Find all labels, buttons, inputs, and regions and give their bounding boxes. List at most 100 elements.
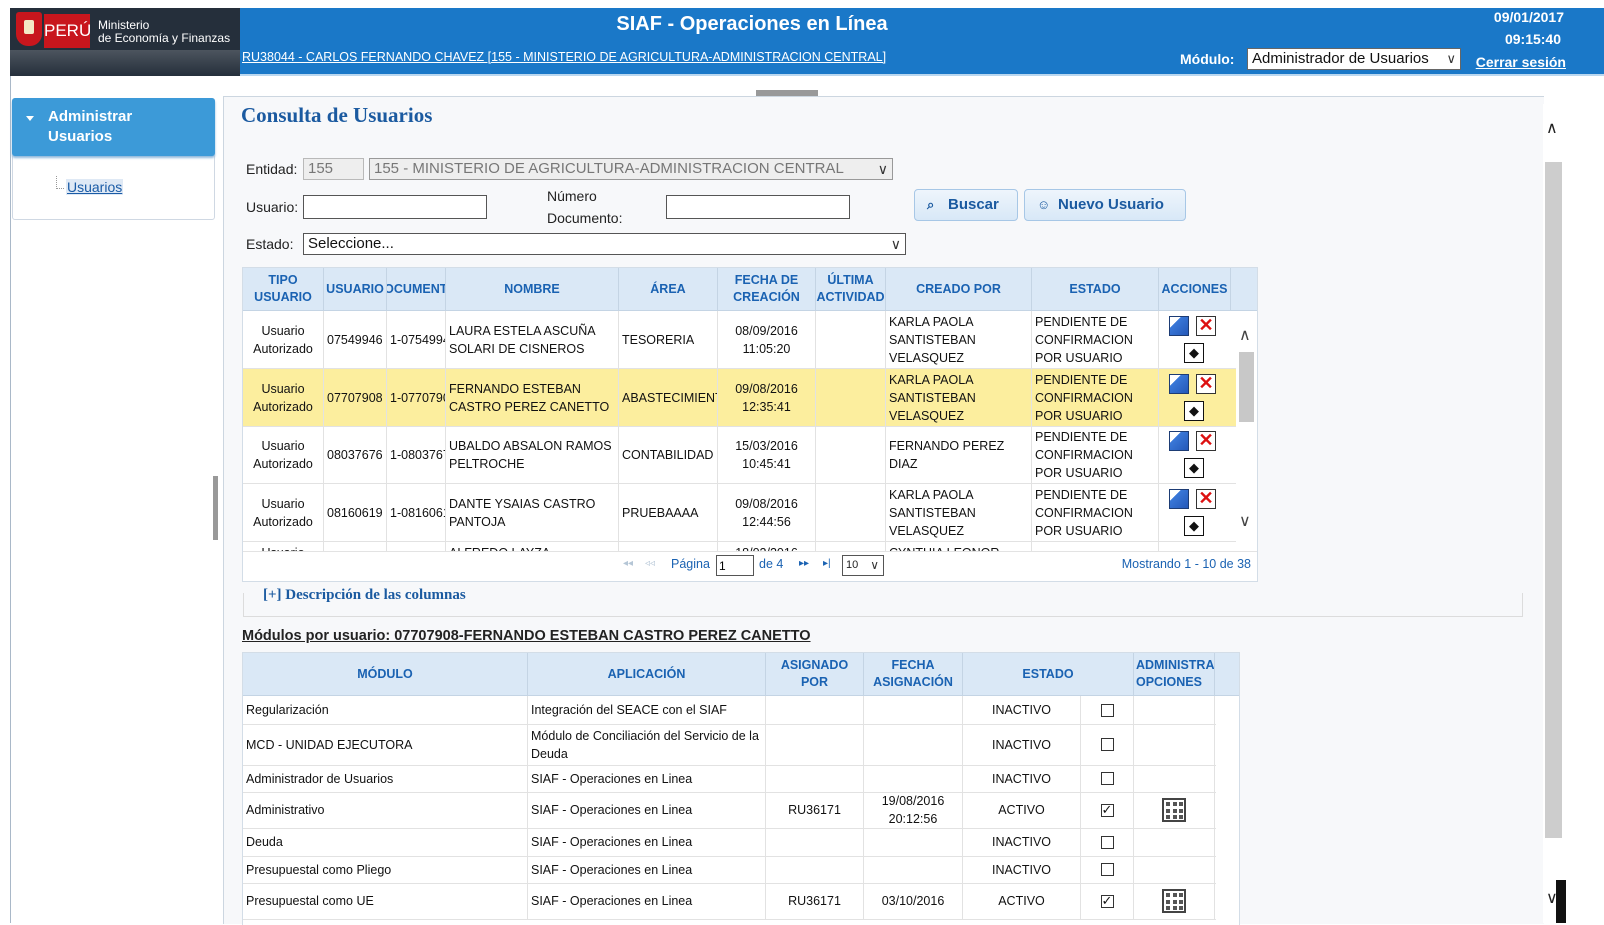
- module-active-checkbox[interactable]: ✓: [1100, 894, 1114, 908]
- delete-icon[interactable]: ✕: [1196, 316, 1216, 336]
- cell-checkbox: [1081, 856, 1134, 883]
- edit-icon[interactable]: [1169, 316, 1189, 336]
- cell-nombre: LAURA ESTELA ASCUÑA SOLARI DE CISNEROS: [446, 311, 619, 368]
- modules-col-header[interactable]: ASIGNADO POR: [766, 653, 864, 695]
- prev-page-icon[interactable]: ◃◃: [645, 558, 655, 569]
- scroll-up-icon[interactable]: ∧: [1239, 325, 1251, 345]
- reset-password-icon[interactable]: ◆: [1184, 343, 1204, 363]
- header-bar: PERÚ Ministerio de Economía y Finanzas S…: [10, 8, 1604, 76]
- table-row[interactable]: Presupuestal como Pliego SIAF - Operacion…: [243, 856, 1216, 884]
- page-number-input[interactable]: [716, 555, 754, 576]
- delete-icon[interactable]: ✕: [1196, 374, 1216, 394]
- users-scroll-thumb[interactable]: [1239, 352, 1254, 422]
- modules-col-header[interactable]: ESTADO: [963, 653, 1134, 695]
- users-col-header[interactable]: ACCIONES: [1159, 268, 1231, 310]
- cell-ultima: [816, 311, 886, 368]
- delete-icon[interactable]: ✕: [1196, 489, 1216, 509]
- modules-col-header[interactable]: ADMINISTRAR OPCIONES: [1134, 653, 1215, 695]
- grid-options-icon[interactable]: [1162, 798, 1186, 822]
- users-col-header[interactable]: NOMBRE: [446, 268, 619, 310]
- modules-table: MÓDULO APLICACIÓN ASIGNADO POR FECHA ASIGNA…: [242, 652, 1240, 925]
- table-row[interactable]: MCD - UNIDAD EJECUTORA Módulo de Concilia…: [243, 724, 1216, 766]
- sidebar-item-usuarios[interactable]: Usuarios: [66, 179, 124, 195]
- edit-icon[interactable]: [1169, 489, 1189, 509]
- module-active-checkbox[interactable]: [1100, 772, 1114, 785]
- modules-col-header[interactable]: APLICACIÓN: [528, 653, 766, 695]
- grid-options-icon[interactable]: [1162, 889, 1186, 913]
- delete-icon[interactable]: ✕: [1196, 431, 1216, 451]
- numero-label: Número: [547, 188, 597, 204]
- cell-asignado: [766, 765, 864, 792]
- table-row[interactable]: Usuario Autorizado080376761-08037676UBAL…: [243, 426, 1236, 484]
- table-row[interactable]: Usuario Autorizado077079081-07707908FERN…: [243, 369, 1236, 427]
- users-pager: ◂◂ ◃◃ Página de 4 ▸▸ ▸| 10 ∨ Mostrando 1…: [243, 551, 1257, 580]
- logout-link[interactable]: Cerrar sesión: [1476, 54, 1566, 70]
- table-row[interactable]: Administrador de Usuarios SIAF - Operacio…: [243, 765, 1216, 793]
- cell-ultima: [816, 426, 886, 483]
- columns-description-toggle[interactable]: [+] Descripción de las columnas: [259, 587, 470, 604]
- left-splitter-handle[interactable]: [213, 476, 218, 540]
- page-scroll-thumb[interactable]: [1545, 162, 1562, 838]
- collapse-arrow-icon: [26, 116, 34, 121]
- edit-icon[interactable]: [1169, 431, 1189, 451]
- users-table-scrollbar[interactable]: ∧ ∨: [1236, 311, 1257, 550]
- page-scroll-up-icon[interactable]: ∧: [1546, 118, 1558, 138]
- usuario-label: Usuario:: [246, 199, 299, 215]
- nuevo-usuario-button-label: Nuevo Usuario: [1058, 196, 1164, 213]
- cell-checkbox: [1081, 724, 1134, 765]
- table-row[interactable]: Deuda SIAF - Operaciones en Linea INACTIVO: [243, 828, 1216, 857]
- usuario-input[interactable]: [303, 195, 487, 219]
- module-active-checkbox[interactable]: [1100, 703, 1114, 717]
- module-active-checkbox[interactable]: [1100, 738, 1114, 751]
- users-col-header[interactable]: ESTADO: [1032, 268, 1159, 310]
- reset-password-icon[interactable]: ◆: [1184, 401, 1204, 421]
- cell-documento: 1-07707908: [387, 369, 446, 426]
- cell-modulo: Administrativo: [243, 792, 528, 828]
- header-time: 09:15:40: [1504, 31, 1561, 47]
- last-page-icon[interactable]: ▸|: [823, 558, 831, 569]
- table-row[interactable]: Regularización Integración del SEACE con …: [243, 696, 1216, 725]
- pager-of-label: de 4: [759, 557, 784, 571]
- reset-password-icon[interactable]: ◆: [1184, 516, 1204, 536]
- cell-modulo: Presupuestal como UE: [243, 883, 528, 919]
- modules-col-header[interactable]: MÓDULO: [243, 653, 528, 695]
- current-user-link[interactable]: RU38044 - CARLOS FERNANDO CHAVEZ [155 - …: [242, 50, 886, 64]
- documento-input[interactable]: [666, 195, 850, 219]
- module-active-checkbox[interactable]: [1100, 863, 1114, 876]
- reset-password-icon[interactable]: ◆: [1184, 458, 1204, 478]
- coat-of-arms-icon: [16, 12, 42, 46]
- module-active-checkbox[interactable]: [1100, 835, 1114, 849]
- page-scrollbar[interactable]: ∧ ∨: [1543, 104, 1564, 923]
- users-col-header[interactable]: DOCUMENTO: [387, 268, 446, 310]
- users-col-header[interactable]: USUARIO: [324, 268, 387, 310]
- nuevo-usuario-button[interactable]: ☺ Nuevo Usuario: [1024, 189, 1186, 221]
- cell-aplicacion: Módulo de Conciliación del Servicio de l…: [528, 724, 766, 765]
- cell-aplicacion: SIAF - Operaciones en Linea: [528, 765, 766, 792]
- users-col-header[interactable]: CREADO POR: [886, 268, 1032, 310]
- cell-estado: PENDIENTE DE CONFIRMACION POR USUARIO: [1032, 369, 1159, 426]
- module-active-checkbox[interactable]: ✓: [1100, 803, 1114, 817]
- table-row[interactable]: Presupuestal como UE SIAF - Operaciones e…: [243, 883, 1216, 920]
- users-col-header[interactable]: ÚLTIMA ACTIVIDAD: [816, 268, 886, 310]
- users-col-header[interactable]: TIPO USUARIO: [243, 268, 324, 310]
- cell-nombre: DANTE YSAIAS CASTRO PANTOJA: [446, 484, 619, 541]
- table-row[interactable]: Usuario Autorizado081606191-08160619DANT…: [243, 484, 1236, 542]
- header-divider: [240, 74, 1604, 76]
- users-col-header[interactable]: ÁREA: [619, 268, 718, 310]
- next-page-icon[interactable]: ▸▸: [799, 558, 809, 569]
- page-size-select[interactable]: 10 ∨: [842, 555, 884, 576]
- sidebar-section-header[interactable]: Administrar Usuarios: [12, 98, 215, 156]
- modules-col-header[interactable]: FECHA ASIGNACIÓN: [864, 653, 963, 695]
- estado-select[interactable]: Seleccione... ∨: [303, 233, 906, 255]
- buscar-button[interactable]: ⌕ Buscar: [914, 189, 1018, 221]
- sidebar-section-title: Administrar Usuarios: [48, 108, 133, 145]
- users-col-header[interactable]: FECHA DE CREACIÓN: [718, 268, 816, 310]
- table-row[interactable]: Administrativo SIAF - Operaciones en Line…: [243, 792, 1216, 829]
- edit-icon[interactable]: [1169, 374, 1189, 394]
- first-page-icon[interactable]: ◂◂: [623, 558, 633, 569]
- module-select[interactable]: Administrador de Usuarios ∨: [1247, 48, 1461, 70]
- table-row[interactable]: Usuario Autorizado075499461-07549946LAUR…: [243, 311, 1236, 369]
- cell-creado: KARLA PAOLA SANTISTEBAN VELASQUEZ: [886, 311, 1032, 368]
- cell-usuario: 07707908: [324, 369, 387, 426]
- scroll-down-icon[interactable]: ∨: [1239, 511, 1251, 531]
